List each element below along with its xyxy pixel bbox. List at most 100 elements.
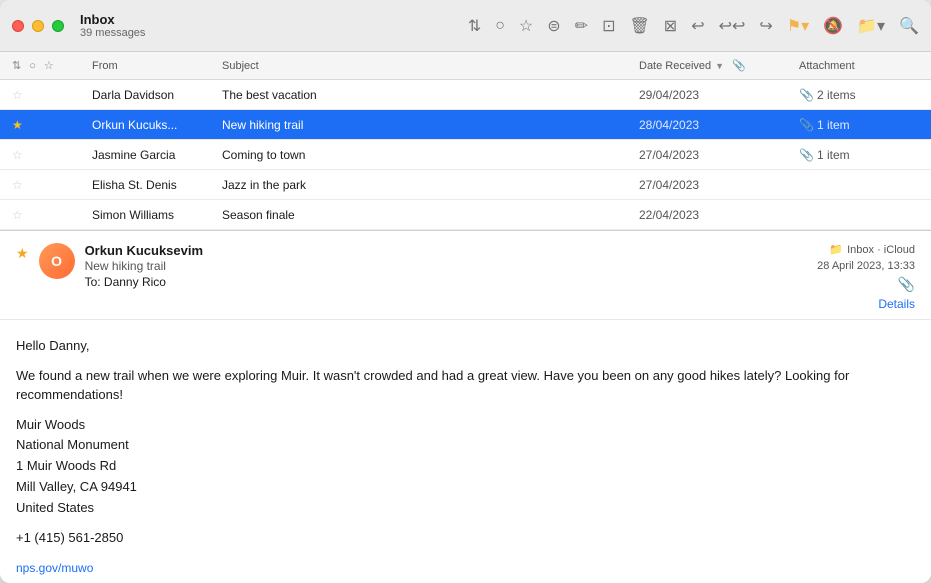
address-line2: National Monument [16, 435, 915, 456]
close-button[interactable] [12, 20, 24, 32]
email-date-1: 29/04/2023 [639, 88, 799, 102]
forward-icon[interactable]: ↪ [759, 16, 772, 36]
minimize-button[interactable] [32, 20, 44, 32]
address-block: Muir Woods National Monument 1 Muir Wood… [16, 415, 915, 519]
column-headers: ⇅ ○ ☆ From Subject Date Received ▼ 📎 Att… [0, 52, 931, 80]
email-subject-1: The best vacation [222, 88, 639, 102]
row-actions-2: ★ [12, 118, 92, 132]
email-row-4[interactable]: ☆ Elisha St. Denis Jazz in the park 27/0… [0, 170, 931, 200]
address-line1: Muir Woods [16, 415, 915, 436]
detail-folder: 📁 Inbox · iCloud [829, 243, 915, 256]
address-street: 1 Muir Woods Rd [16, 456, 915, 477]
details-link[interactable]: Details [878, 297, 915, 311]
email-from-1: Darla Davidson [92, 88, 222, 102]
body-paragraph: We found a new trail when we were explor… [16, 366, 915, 405]
archive-icon[interactable]: ⊡ [602, 16, 615, 36]
detail-header: ★ O Orkun Kucuksevim New hiking trail To… [0, 231, 931, 320]
new-message-icon[interactable]: ✏ [575, 16, 588, 36]
star-icon-2[interactable]: ★ [12, 118, 23, 132]
attachment-paperclip-1: 📎 [799, 88, 814, 102]
email-from-2: Orkun Kucuks... [92, 118, 222, 132]
address-country: United States [16, 498, 915, 519]
body-greeting: Hello Danny, [16, 336, 915, 356]
row-actions-3: ☆ [12, 148, 92, 162]
detail-meta: 📁 Inbox · iCloud 28 April 2023, 13:33 📎 … [817, 243, 915, 311]
email-date-4: 27/04/2023 [639, 178, 799, 192]
star-icon-3[interactable]: ☆ [12, 148, 23, 162]
reply-icon[interactable]: ↩ [691, 16, 704, 36]
maximize-button[interactable] [52, 20, 64, 32]
notify-icon[interactable]: 🔕 [823, 16, 843, 36]
filter-icon[interactable]: ⊜ [547, 16, 560, 36]
folder-icon[interactable]: 📁▾ [857, 16, 885, 36]
star-col-icon[interactable]: ☆ [44, 59, 54, 72]
search-icon[interactable]: 🔍 [899, 16, 919, 36]
star-icon-1[interactable]: ☆ [12, 88, 23, 102]
email-subject-4: Jazz in the park [222, 178, 639, 192]
inbox-title: Inbox [80, 12, 115, 27]
detail-attachment-icon: 📎 [898, 276, 915, 293]
toolbar-icons: ⇅ ○ ☆ ⊜ ✏ ⊡ 🗑 ⊠ ↩ ↩↩ ↪ ⚑▾ 🔕 📁▾ 🔍 [468, 16, 919, 36]
email-row[interactable]: ☆ Darla Davidson The best vacation 29/04… [0, 80, 931, 110]
email-from-3: Jasmine Garcia [92, 148, 222, 162]
email-from-5: Simon Williams [92, 208, 222, 222]
email-date-5: 22/04/2023 [639, 208, 799, 222]
col-subject-header[interactable]: Subject [222, 60, 639, 72]
col-date-header[interactable]: Date Received ▼ 📎 [639, 59, 799, 72]
date-sort-arrow: ▼ [715, 61, 724, 71]
email-row-5[interactable]: ☆ Simon Williams Season finale 22/04/202… [0, 200, 931, 230]
mail-window: Inbox 39 messages ⇅ ○ ☆ ⊜ ✏ ⊡ 🗑 ⊠ ↩ ↩↩ ↪… [0, 0, 931, 583]
email-date-2: 28/04/2023 [639, 118, 799, 132]
email-attachment-3: 📎 1 item [799, 148, 919, 162]
move-icon[interactable]: ⊠ [664, 16, 677, 36]
star-icon-4[interactable]: ☆ [12, 178, 23, 192]
detail-star-icon[interactable]: ★ [16, 245, 29, 262]
sort-order-icon[interactable]: ⇅ [12, 59, 21, 72]
unread-col-icon[interactable]: ○ [29, 60, 36, 72]
row-actions-4: ☆ [12, 178, 92, 192]
traffic-lights [12, 20, 64, 32]
window-title-info: Inbox 39 messages [80, 12, 145, 39]
email-list-section: ⇅ ○ ☆ From Subject Date Received ▼ 📎 Att… [0, 52, 931, 231]
detail-sender-name: Orkun Kucuksevim [85, 243, 808, 258]
reply-all-icon[interactable]: ↩↩ [719, 16, 746, 36]
row-actions-1: ☆ [12, 88, 92, 102]
website-link-container: nps.gov/muwo [16, 558, 915, 578]
col-actions-header: ⇅ ○ ☆ [12, 59, 92, 72]
col-from-header[interactable]: From [92, 60, 222, 72]
email-from-4: Elisha St. Denis [92, 178, 222, 192]
trash-icon[interactable]: 🗑 [629, 16, 649, 36]
email-subject-5: Season finale [222, 208, 639, 222]
flag-filter-icon[interactable]: ☆ [519, 16, 533, 36]
email-detail-pane: ★ O Orkun Kucuksevim New hiking trail To… [0, 231, 931, 583]
detail-sender-info: Orkun Kucuksevim New hiking trail To: Da… [85, 243, 808, 289]
detail-body: Hello Danny, We found a new trail when w… [0, 320, 931, 583]
flag-action-icon[interactable]: ⚑▾ [787, 16, 809, 36]
col-attachment-header[interactable]: Attachment [799, 60, 919, 72]
email-attachment-2: 📎 1 item [799, 118, 919, 132]
email-subject-3: Coming to town [222, 148, 639, 162]
email-subject-2: New hiking trail [222, 118, 639, 132]
email-row-3[interactable]: ☆ Jasmine Garcia Coming to town 27/04/20… [0, 140, 931, 170]
unread-icon[interactable]: ○ [495, 17, 505, 35]
row-actions-5: ☆ [12, 208, 92, 222]
sort-icon[interactable]: ⇅ [468, 16, 481, 36]
attachment-header-icon: 📎 [732, 59, 746, 72]
star-icon-5[interactable]: ☆ [12, 208, 23, 222]
detail-to: To: Danny Rico [85, 275, 808, 289]
email-date-3: 27/04/2023 [639, 148, 799, 162]
titlebar: Inbox 39 messages ⇅ ○ ☆ ⊜ ✏ ⊡ 🗑 ⊠ ↩ ↩↩ ↪… [0, 0, 931, 52]
folder-meta-icon: 📁 [829, 243, 843, 256]
attachment-paperclip-3: 📎 [799, 148, 814, 162]
attachment-paperclip-2: 📎 [799, 118, 814, 132]
email-attachment-1: 📎 2 items [799, 88, 919, 102]
avatar: O [39, 243, 75, 279]
website-link[interactable]: nps.gov/muwo [16, 561, 93, 575]
inbox-count: 39 messages [80, 27, 145, 39]
phone: +1 (415) 561-2850 [16, 528, 915, 548]
detail-date-time: 28 April 2023, 13:33 [817, 260, 915, 272]
email-row-selected[interactable]: ★ Orkun Kucuks... New hiking trail 28/04… [0, 110, 931, 140]
detail-header-top: ★ O Orkun Kucuksevim New hiking trail To… [16, 243, 915, 311]
address-city: Mill Valley, CA 94941 [16, 477, 915, 498]
detail-subject: New hiking trail [85, 259, 808, 273]
